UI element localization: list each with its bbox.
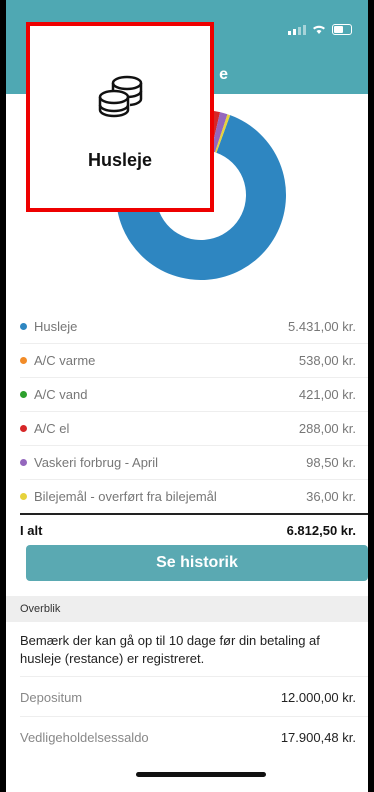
legend-dot: [20, 493, 27, 500]
list-item: Bilejemål - overført fra bilejemål 36,00 …: [20, 480, 368, 513]
popup-label: Husleje: [87, 150, 153, 170]
item-label: A/C vand: [34, 387, 88, 402]
expense-list: Husleje 5.431,00 kr. A/C varme 538,00 kr. …: [20, 310, 368, 545]
list-item: A/C vand 421,00 kr.: [20, 378, 368, 412]
item-label: A/C varme: [34, 353, 96, 368]
wifi-icon: [313, 25, 325, 34]
history-button[interactable]: Se historik: [26, 545, 368, 581]
list-item: A/C el 288,00 kr.: [20, 412, 368, 446]
list-item: Vaskeri forbrug - April 98,50 kr.: [20, 446, 368, 480]
item-label: Bilejemål - overført fra bilejemål: [34, 489, 217, 504]
total-row: I alt 6.812,50 kr.: [20, 513, 368, 545]
total-amount: 6.812,50 kr.: [286, 522, 356, 538]
overview-heading: Overblik: [6, 596, 368, 622]
item-amount: 98,50 kr.: [306, 455, 356, 470]
deposit-row: Depositum 12.000,00 kr.: [20, 676, 368, 717]
legend-dot: [20, 459, 27, 466]
battery-icon: [332, 24, 352, 35]
item-label: A/C el: [34, 421, 70, 436]
item-label: Husleje: [34, 319, 78, 334]
list-item: A/C varme 538,00 kr.: [20, 344, 368, 378]
item-amount: 421,00 kr.: [298, 387, 356, 402]
legend-dot: [20, 357, 27, 364]
legend-dot: [20, 323, 27, 330]
header-title: e: [219, 66, 228, 83]
maintenance-row: Vedligeholdelsessaldo 17.900,48 kr.: [20, 716, 368, 757]
item-amount: 538,00 kr.: [298, 353, 356, 368]
payment-note: Bemærk der kan gå op til 10 dage før din…: [20, 633, 320, 666]
category-popup[interactable]: Husleje: [26, 22, 214, 212]
item-amount: 36,00 kr.: [306, 489, 356, 504]
deposit-label: Depositum: [20, 689, 83, 705]
item-label: Vaskeri forbrug - April: [34, 455, 159, 470]
total-label: I alt: [20, 522, 43, 538]
cell-signal-icon: [288, 24, 306, 35]
coins-icon: [98, 75, 143, 118]
maintenance-amount: 17.900,48 kr.: [280, 729, 356, 745]
maintenance-label: Vedligeholdelsessaldo: [20, 729, 149, 745]
app-screen: e Husleje Husleje 5.431,00 kr. A/C varme 5…: [6, 0, 368, 792]
item-amount: 5.431,00 kr.: [288, 319, 356, 334]
list-item: Husleje 5.431,00 kr.: [20, 310, 368, 344]
status-bar: [288, 24, 352, 35]
home-indicator[interactable]: [136, 772, 266, 777]
legend-dot: [20, 391, 27, 398]
legend-dot: [20, 425, 27, 432]
deposit-amount: 12.000,00 kr.: [280, 689, 356, 705]
item-amount: 288,00 kr.: [298, 421, 356, 436]
